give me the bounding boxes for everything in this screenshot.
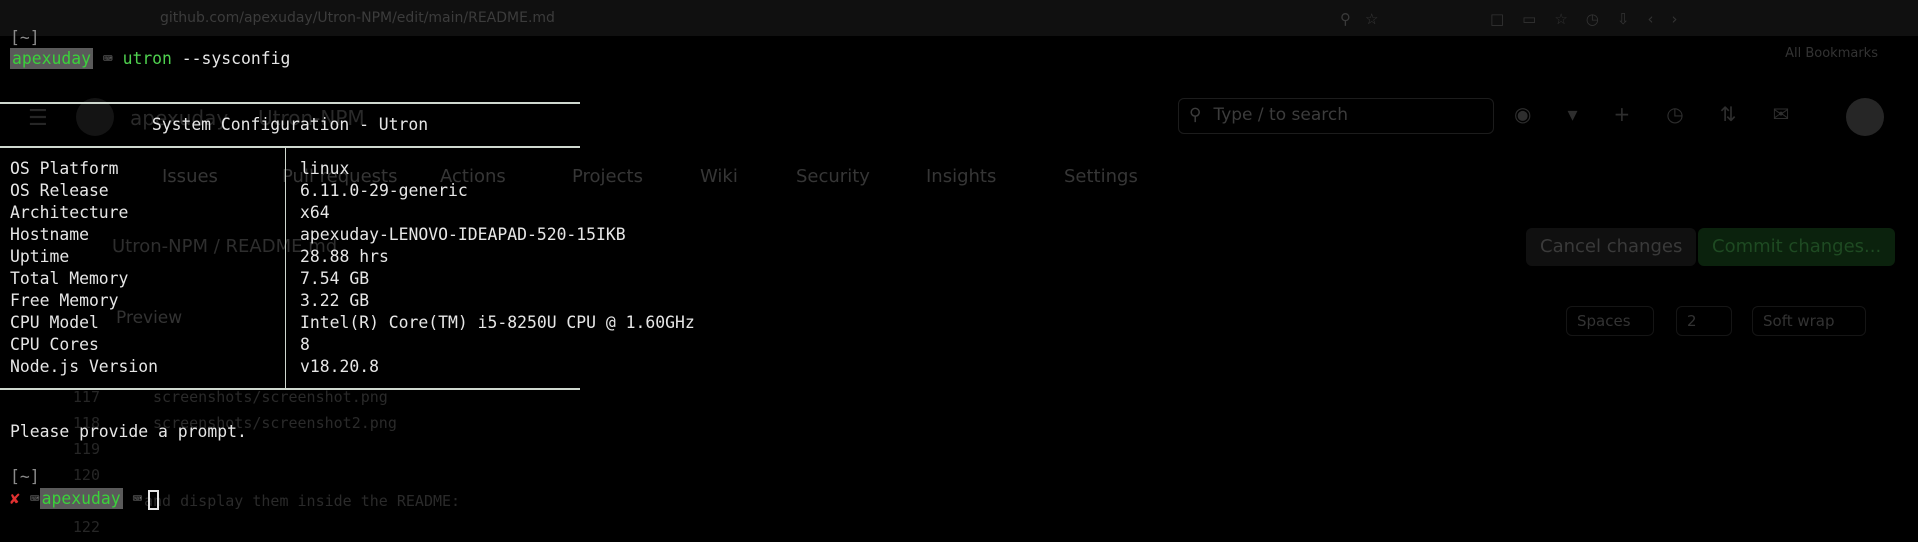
prompt-line[interactable]: ✘ ⌨ apexuday ⌨ (10, 488, 160, 510)
row-value: apexuday-LENOVO-IDEAPAD-520-15IKB (300, 225, 626, 244)
prompt-user: apexuday (10, 48, 93, 69)
row-key: Architecture (10, 203, 129, 222)
row-value: 3.22 GB (300, 291, 370, 310)
row-value: 6.11.0-29-generic (300, 181, 468, 200)
command-name: utron (122, 49, 172, 68)
table-top-border (0, 102, 580, 104)
error-x-icon: ✘ (10, 489, 20, 508)
row-value: v18.20.8 (300, 357, 379, 376)
prompt-user: apexuday (39, 488, 123, 509)
row-value: 8 (300, 335, 310, 354)
command-line: apexuday ⌨ utron --sysconfig (10, 48, 290, 70)
row-value: 28.88 hrs (300, 247, 389, 266)
row-key: CPU Cores (10, 335, 99, 354)
row-value: 7.54 GB (300, 269, 370, 288)
status-message: Please provide a prompt. (10, 422, 247, 441)
row-value: linux (300, 159, 350, 178)
text-cursor[interactable] (148, 489, 160, 510)
row-key: Total Memory (10, 269, 129, 288)
row-key: Uptime (10, 247, 70, 266)
cwd-marker: [~] (10, 467, 40, 486)
row-value: Intel(R) Core(TM) i5-8250U CPU @ 1.60GHz (300, 313, 695, 332)
row-key: OS Platform (10, 159, 119, 178)
row-key: CPU Model (10, 313, 99, 332)
row-key: Free Memory (10, 291, 119, 310)
cwd-marker: [~] (10, 28, 40, 47)
terminal-window[interactable]: [~] apexuday ⌨ utron --sysconfig System … (0, 0, 1918, 542)
table-title: System Configuration - Utron (151, 115, 429, 134)
table-bottom-border (0, 388, 580, 390)
table-header-border (0, 146, 580, 148)
row-key: Hostname (10, 225, 89, 244)
prompt-separator-icon: ⌨ (132, 489, 143, 508)
command-argument: --sysconfig (181, 49, 291, 68)
table-column-divider (285, 148, 286, 388)
row-key: Node.js Version (10, 357, 159, 376)
prompt-separator-icon: ⌨ (29, 489, 40, 508)
prompt-separator-icon: ⌨ (102, 49, 113, 68)
row-key: OS Release (10, 181, 109, 200)
row-value: x64 (300, 203, 330, 222)
